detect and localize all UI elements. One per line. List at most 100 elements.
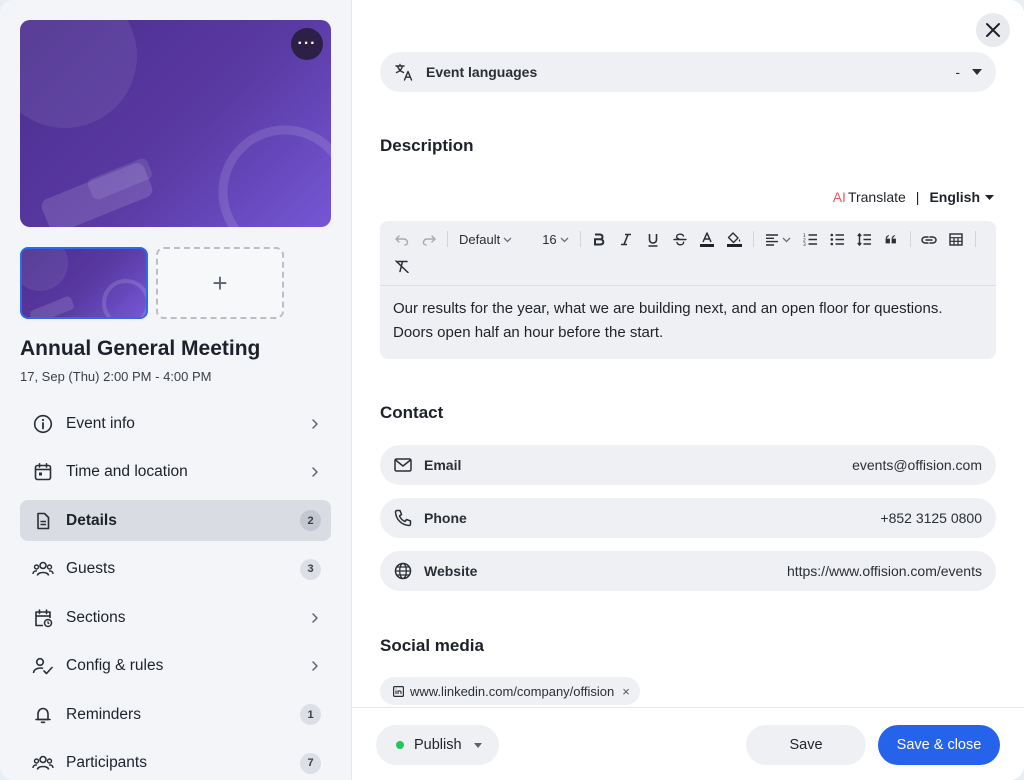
align-dropdown[interactable] xyxy=(759,227,797,252)
highlight-color-button[interactable] xyxy=(721,227,748,252)
link-icon xyxy=(921,235,937,244)
save-and-close-button[interactable]: Save & close xyxy=(878,725,1000,765)
sidebar: ··· + Annual General Meeting 17, Sep (Th… xyxy=(0,0,352,780)
people-icon xyxy=(32,752,54,774)
sidebar-item-reminders[interactable]: Reminders 1 xyxy=(20,694,331,735)
italic-button[interactable] xyxy=(613,227,640,252)
publish-label: Publish xyxy=(414,737,462,753)
toolbar-divider xyxy=(579,231,581,247)
separator: | xyxy=(915,189,920,205)
clear-format-button[interactable] xyxy=(388,254,415,279)
strikethrough-button[interactable] xyxy=(667,227,694,252)
bold-button[interactable] xyxy=(586,227,613,252)
chevron-right-icon xyxy=(309,418,321,430)
translate-row: AI Translate | English xyxy=(833,189,994,205)
add-image-button[interactable]: + xyxy=(156,247,284,319)
description-heading: Description xyxy=(380,136,474,155)
caret-down-icon xyxy=(473,742,482,748)
toolbar-divider xyxy=(447,231,448,247)
close-button[interactable] xyxy=(976,13,1010,47)
sidebar-item-participants[interactable]: Participants 7 xyxy=(20,743,331,780)
chevron-down-icon xyxy=(560,237,569,242)
toolbar-divider xyxy=(752,231,754,247)
chevron-down-icon xyxy=(503,237,512,242)
text-color-button[interactable] xyxy=(694,227,721,252)
undo-button[interactable] xyxy=(388,227,415,252)
sidebar-item-label: Event info xyxy=(66,414,135,432)
thumbnail-decoration xyxy=(22,249,146,317)
linkedin-icon xyxy=(393,685,404,697)
editor-toolbar: Default 16 123 xyxy=(380,221,996,286)
count-badge: 7 xyxy=(300,752,321,774)
event-languages-value: - xyxy=(955,64,960,80)
cover-image[interactable]: ··· xyxy=(20,20,331,227)
phone-field[interactable]: Phone +852 3125 0800 xyxy=(380,498,996,538)
sidebar-item-label: Guests xyxy=(66,560,116,577)
ai-translate-button[interactable]: AI Translate xyxy=(833,189,906,205)
chevron-right-icon xyxy=(309,612,321,624)
language-select-value: English xyxy=(929,189,980,205)
underline-icon xyxy=(648,233,658,247)
underline-button[interactable] xyxy=(640,227,667,252)
count-badge: 3 xyxy=(300,558,321,580)
bullet-list-button[interactable] xyxy=(824,227,851,252)
font-size-dropdown[interactable]: 16 xyxy=(536,227,574,252)
caret-down-icon xyxy=(985,194,994,200)
caret-down-icon xyxy=(972,69,982,75)
text-style-value: Default xyxy=(459,232,501,247)
text-color-icon xyxy=(700,232,715,247)
sidebar-item-label: Reminders xyxy=(66,705,141,723)
social-tag-linkedin[interactable]: www.linkedin.com/company/offision × xyxy=(380,677,640,705)
sidebar-item-label: Details xyxy=(66,511,117,529)
event-languages-select[interactable]: Event languages - xyxy=(380,52,996,92)
remove-tag-button[interactable]: × xyxy=(622,684,630,699)
event-languages-label: Event languages xyxy=(426,64,538,80)
details-panel: Event languages - Description AI Translat… xyxy=(352,0,1024,780)
sidebar-item-sections[interactable]: Sections xyxy=(20,597,331,638)
bell-icon xyxy=(32,704,54,726)
email-field[interactable]: Email events@offision.com xyxy=(380,445,996,485)
bullet-list-icon xyxy=(830,233,844,246)
sidebar-item-event-info[interactable]: Event info xyxy=(20,403,331,444)
publish-dropdown[interactable]: Publish xyxy=(376,725,499,765)
website-field[interactable]: Website https://www.offision.com/events xyxy=(380,551,996,591)
bold-icon xyxy=(594,233,605,246)
email-label: Email xyxy=(424,457,462,473)
thumbnail-selected[interactable] xyxy=(20,247,148,319)
redo-button[interactable] xyxy=(415,227,442,252)
count-badge: 2 xyxy=(300,510,321,531)
sidebar-item-config-rules[interactable]: Config & rules xyxy=(20,646,331,687)
ai-label: AI xyxy=(832,189,846,205)
mail-icon xyxy=(394,458,412,472)
event-time: 17, Sep (Thu) 2:00 PM - 4:00 PM xyxy=(20,369,212,384)
sidebar-item-label: Participants xyxy=(66,754,147,771)
clear-format-icon xyxy=(394,260,409,273)
sidebar-item-details[interactable]: Details 2 xyxy=(20,500,331,541)
document-icon xyxy=(32,510,54,532)
event-editor-modal: ··· + Annual General Meeting 17, Sep (Th… xyxy=(0,0,1024,780)
link-button[interactable] xyxy=(916,227,943,252)
save-button[interactable]: Save xyxy=(746,725,866,765)
website-label: Website xyxy=(424,563,478,579)
phone-label: Phone xyxy=(424,510,467,526)
table-button[interactable] xyxy=(943,227,970,252)
italic-icon xyxy=(621,233,632,246)
chevron-right-icon xyxy=(309,660,321,672)
sidebar-item-time-location[interactable]: Time and location xyxy=(20,452,331,493)
ordered-list-button[interactable]: 123 xyxy=(797,227,824,252)
line-height-button[interactable] xyxy=(851,227,878,252)
info-icon xyxy=(32,413,54,435)
text-style-dropdown[interactable]: Default xyxy=(453,227,518,252)
description-text[interactable]: Our results for the year, what we are bu… xyxy=(380,286,996,356)
sidebar-item-guests[interactable]: Guests 3 xyxy=(20,549,331,590)
phone-icon xyxy=(394,509,412,527)
cover-menu-button[interactable]: ··· xyxy=(291,28,323,60)
toolbar-divider xyxy=(974,231,976,247)
footer-bar: Publish Save Save & close xyxy=(352,707,1024,780)
contact-heading: Contact xyxy=(380,403,444,422)
status-dot xyxy=(396,741,404,749)
language-select[interactable]: English xyxy=(929,189,994,205)
blockquote-button[interactable] xyxy=(878,227,905,252)
align-left-icon xyxy=(765,233,778,246)
count-badge: 1 xyxy=(300,704,321,725)
